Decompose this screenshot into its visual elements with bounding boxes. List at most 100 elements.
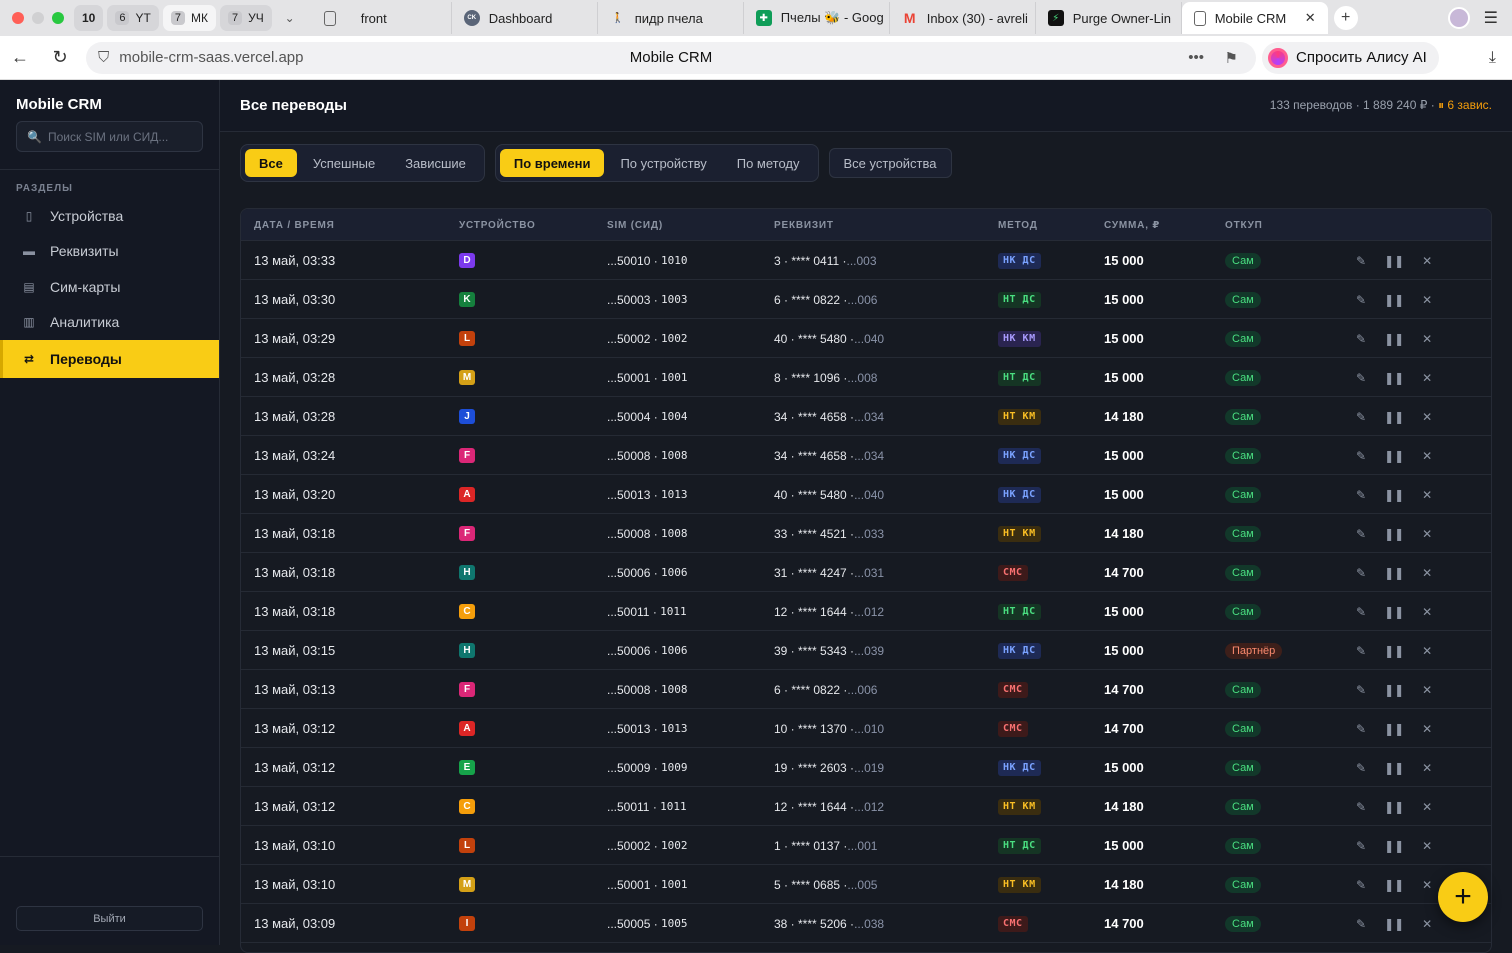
pause-icon[interactable]: ❚❚	[1384, 332, 1404, 346]
close-icon[interactable]: ✕	[1422, 605, 1432, 619]
table-row[interactable]: 13 май, 03:33 D ...50010 · 1010 3 · **** 04…	[241, 241, 1491, 280]
device-badge[interactable]: J	[459, 409, 475, 424]
filter-stuck[interactable]: Зависшие	[391, 149, 480, 177]
logout-button[interactable]: Выйти	[16, 906, 203, 931]
device-badge[interactable]: M	[459, 877, 475, 892]
device-badge[interactable]: A	[459, 721, 475, 736]
edit-icon[interactable]: ✎	[1356, 722, 1366, 736]
close-icon[interactable]: ✕	[1422, 449, 1432, 463]
col-amount[interactable]: СУММА, ₽	[1104, 220, 1160, 231]
table-row[interactable]: 13 май, 03:20 A ...50013 · 1013 40 · **** 5…	[241, 475, 1491, 514]
pause-icon[interactable]: ❚❚	[1384, 293, 1404, 307]
browser-tab[interactable]: 🚶 пидр пчела	[598, 2, 744, 34]
pause-icon[interactable]: ❚❚	[1384, 917, 1404, 931]
close-window-button[interactable]	[12, 12, 24, 24]
table-row[interactable]: 13 май, 03:28 M ...50001 · 1001 8 · **** 10…	[241, 358, 1491, 397]
pause-icon[interactable]: ❚❚	[1384, 800, 1404, 814]
close-icon[interactable]: ✕	[1422, 254, 1432, 268]
table-row[interactable]: 13 май, 03:30 K ...50003 · 1003 6 · **** 08…	[241, 280, 1491, 319]
device-badge[interactable]: K	[459, 292, 475, 307]
edit-icon[interactable]: ✎	[1356, 410, 1366, 424]
sort-by-time[interactable]: По времени	[499, 149, 605, 177]
edit-icon[interactable]: ✎	[1356, 839, 1366, 853]
edit-icon[interactable]: ✎	[1356, 293, 1366, 307]
edit-icon[interactable]: ✎	[1356, 488, 1366, 502]
close-icon[interactable]: ✕	[1422, 683, 1432, 697]
close-icon[interactable]: ✕	[1422, 371, 1432, 385]
minimize-window-button[interactable]	[32, 12, 44, 24]
col-requisite[interactable]: РЕКВИЗИТ	[774, 220, 834, 231]
device-badge[interactable]: F	[459, 682, 475, 697]
edit-icon[interactable]: ✎	[1356, 527, 1366, 541]
table-row[interactable]: 13 май, 03:18 F ...50008 · 1008 33 · **** 4…	[241, 514, 1491, 553]
browser-tab-active[interactable]: Mobile CRM ✕	[1181, 2, 1328, 34]
pause-icon[interactable]: ❚❚	[1384, 488, 1404, 502]
edit-icon[interactable]: ✎	[1356, 605, 1366, 619]
col-buyout[interactable]: ОТКУП	[1225, 220, 1263, 231]
back-arrow-icon[interactable]: ←	[0, 47, 40, 68]
alice-button[interactable]: Спросить Алису AI	[1262, 41, 1439, 74]
pause-icon[interactable]: ❚❚	[1384, 839, 1404, 853]
sort-by-method[interactable]: По методу	[723, 149, 814, 177]
more-dots-icon[interactable]: •••	[1188, 49, 1204, 66]
device-badge[interactable]: L	[459, 838, 475, 853]
pinned-group-tab[interactable]: 6 YT	[107, 5, 159, 31]
sort-by-device[interactable]: По устройству	[606, 149, 720, 177]
col-method[interactable]: МЕТОД	[998, 220, 1038, 231]
new-tab-button[interactable]: +	[1333, 6, 1358, 30]
bookmark-icon[interactable]: ⚑	[1225, 49, 1238, 67]
pause-icon[interactable]: ❚❚	[1384, 371, 1404, 385]
browser-tab[interactable]: ✚ Пчелы 🐝 - Goog	[744, 2, 890, 34]
table-row[interactable]: 13 май, 03:18 H ...50006 · 1006 31 · **** 4…	[241, 553, 1491, 592]
close-icon[interactable]: ✕	[1422, 800, 1432, 814]
edit-icon[interactable]: ✎	[1356, 449, 1366, 463]
edit-icon[interactable]: ✎	[1356, 332, 1366, 346]
pause-icon[interactable]: ❚❚	[1384, 605, 1404, 619]
pause-icon[interactable]: ❚❚	[1384, 449, 1404, 463]
reload-icon[interactable]: ↻	[40, 47, 80, 68]
zoom-window-button[interactable]	[52, 12, 64, 24]
pause-icon[interactable]: ❚❚	[1384, 722, 1404, 736]
col-date[interactable]: ДАТА / ВРЕМЯ	[254, 220, 335, 231]
edit-icon[interactable]: ✎	[1356, 761, 1366, 775]
device-badge[interactable]: H	[459, 565, 475, 580]
device-badge[interactable]: F	[459, 448, 475, 463]
device-badge[interactable]: D	[459, 253, 475, 268]
filter-all[interactable]: Все	[245, 149, 297, 177]
sidebar-item-transfers[interactable]: ⇄ Переводы	[0, 340, 219, 378]
edit-icon[interactable]: ✎	[1356, 917, 1366, 931]
close-icon[interactable]: ✕	[1422, 644, 1432, 658]
pinned-group-tab[interactable]: 7 УЧ	[219, 5, 272, 31]
table-row[interactable]: 13 май, 03:12 C ...50011 · 1011 12 · **** 1…	[241, 787, 1491, 826]
device-badge[interactable]: F	[459, 526, 475, 541]
pause-icon[interactable]: ❚❚	[1384, 683, 1404, 697]
device-badge[interactable]: E	[459, 760, 475, 775]
close-icon[interactable]: ✕	[1422, 527, 1432, 541]
filter-success[interactable]: Успешные	[299, 149, 389, 177]
browser-tab[interactable]: M Inbox (30) - avreli	[890, 2, 1036, 34]
edit-icon[interactable]: ✎	[1356, 683, 1366, 697]
browser-tab[interactable]: ⚡ Purge Owner-Lin	[1036, 2, 1182, 34]
table-row[interactable]: 13 май, 03:28 J ...50004 · 1004 34 · **** 4…	[241, 397, 1491, 436]
col-sim[interactable]: SIM (СИД)	[607, 220, 663, 231]
table-row[interactable]: 13 май, 03:12 A ...50013 · 1013 10 · **** 1…	[241, 709, 1491, 748]
device-select[interactable]: Все устройства	[828, 148, 952, 178]
device-badge[interactable]: C	[459, 799, 475, 814]
col-device[interactable]: УСТРОЙСТВО	[459, 220, 536, 231]
pause-icon[interactable]: ❚❚	[1384, 761, 1404, 775]
table-row[interactable]: 13 май, 03:12 E ...50009 · 1009 19 · **** 2…	[241, 748, 1491, 787]
close-tab-icon[interactable]: ✕	[1305, 10, 1316, 26]
browser-tab[interactable]: CK Dashboard	[452, 2, 598, 34]
close-icon[interactable]: ✕	[1422, 878, 1432, 892]
device-badge[interactable]: M	[459, 370, 475, 385]
device-badge[interactable]: L	[459, 331, 475, 346]
chevron-down-icon[interactable]: ⌄	[276, 5, 304, 31]
search-input[interactable]: 🔍 Поиск SIM или СИД...	[16, 121, 203, 152]
add-transfer-button[interactable]: +	[1438, 872, 1488, 922]
table-row[interactable]: 13 май, 03:29 L ...50002 · 1002 40 · **** 5…	[241, 319, 1491, 358]
sidebar-item-sims[interactable]: ▤ Сим-карты	[0, 269, 219, 305]
edit-icon[interactable]: ✎	[1356, 566, 1366, 580]
pause-icon[interactable]: ❚❚	[1384, 254, 1404, 268]
device-badge[interactable]: A	[459, 487, 475, 502]
pause-icon[interactable]: ❚❚	[1384, 410, 1404, 424]
